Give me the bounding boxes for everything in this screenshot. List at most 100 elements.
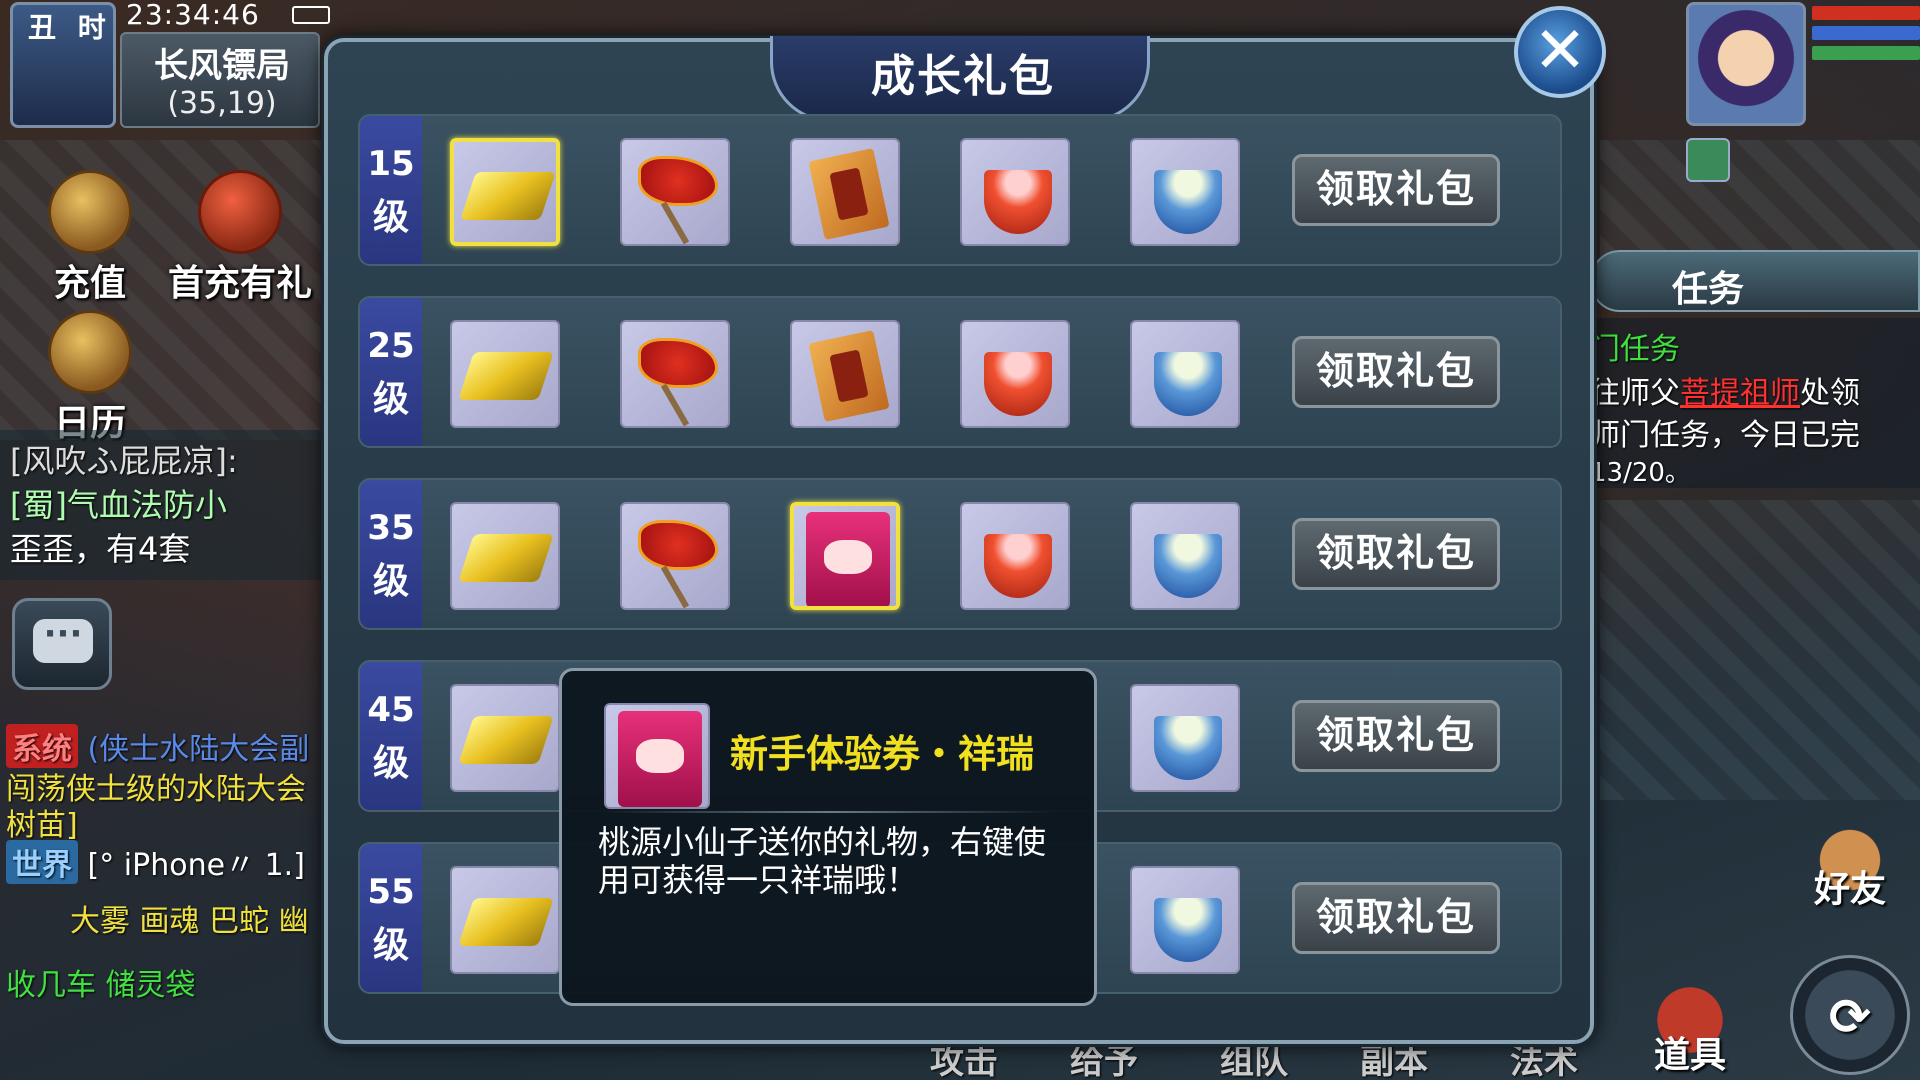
item-slot[interactable] <box>620 320 730 428</box>
red-bowl-icon <box>984 352 1052 416</box>
gift-bag-icon <box>198 170 282 254</box>
npc-link[interactable]: 菩提祖师 <box>1680 376 1800 411</box>
chat-panel[interactable]: [风吹ふ屁屁凉]: [蜀]气血法防小 歪歪，有4套 <box>0 430 330 580</box>
item-slot[interactable] <box>1130 138 1240 246</box>
gold-ingot-icon <box>458 352 554 400</box>
battery-icon <box>292 6 330 24</box>
player-avatar[interactable] <box>1686 2 1806 126</box>
pet-icon[interactable] <box>1686 138 1730 182</box>
claim-gift-button[interactable]: 领取礼包 <box>1292 518 1500 590</box>
recharge-button[interactable]: 充值 <box>30 170 150 306</box>
first-recharge-label: 首充有礼 <box>167 263 312 304</box>
auspicious-card-icon <box>618 711 702 807</box>
task-title: 任务 <box>1672 269 1745 310</box>
first-recharge-button[interactable]: 首充有礼 <box>160 170 320 306</box>
dialog-title: 成长礼包 <box>871 51 1055 102</box>
time-label: 23:34:46 <box>126 0 260 31</box>
item-slot[interactable] <box>450 138 560 246</box>
scroll-icon <box>808 330 890 422</box>
item-slot[interactable] <box>960 320 1070 428</box>
tooltip-description: 桃源小仙子送你的礼物，右键使用可获得一只祥瑞哦！ <box>598 823 1047 899</box>
items-button[interactable]: 道具 <box>1630 960 1750 1080</box>
task-tracker[interactable]: 门任务 往师父菩提祖师处领 师门任务，今日已完 13/20。 <box>1590 318 1920 488</box>
blue-bowl-icon <box>1154 352 1222 416</box>
game-screen: 丑 时 23:34:46 长风镖局 (35,19) 充值 首充有礼 日历 [风吹… <box>0 0 1920 1080</box>
level-number: 15 <box>367 144 415 184</box>
gold-ingot-icon <box>460 172 556 220</box>
level-unit: 级 <box>372 925 409 966</box>
red-bowl-icon <box>984 534 1052 598</box>
dialog-title-plate: 成长礼包 <box>770 36 1150 122</box>
scroll-icon <box>808 148 890 240</box>
claim-gift-button[interactable]: 领取礼包 <box>1292 882 1500 954</box>
banner-pole <box>660 383 690 426</box>
gold-ingot-icon <box>458 534 554 582</box>
claim-gift-button[interactable]: 领取礼包 <box>1292 700 1500 772</box>
close-button[interactable]: ✕ <box>1514 6 1606 98</box>
gong-icon <box>48 310 132 394</box>
shichen-label: 丑 时 <box>28 11 112 44</box>
item-slot[interactable] <box>620 502 730 610</box>
level-unit: 级 <box>372 379 409 420</box>
banner-pole <box>660 201 690 244</box>
red-banner-icon <box>638 156 718 206</box>
item-slot[interactable] <box>960 138 1070 246</box>
location-name: 长风镖局 <box>154 46 290 86</box>
status-panel: 丑 时 23:34:46 长风镖局 (35,19) <box>0 0 330 135</box>
level-tab: 35 级 <box>360 480 422 628</box>
friends-button[interactable]: 好友 <box>1790 800 1910 920</box>
bottom-chat-log[interactable]: 系统 (侠士水陆大会副 闯荡侠士级的水陆大会 树苗] 世界 [° iPhone〃… <box>0 720 330 1040</box>
item-tooltip: 新手体验券・祥瑞 桃源小仙子送你的礼物，右键使用可获得一只祥瑞哦！ <box>559 668 1097 1006</box>
system-tag: 系统 <box>6 724 78 768</box>
item-slot[interactable] <box>450 684 560 792</box>
level-tab: 25 级 <box>360 298 422 446</box>
level-tab: 55 级 <box>360 844 422 992</box>
hp-bar <box>1812 6 1920 20</box>
blue-bowl-icon <box>1154 716 1222 780</box>
item-slot[interactable] <box>1130 866 1240 974</box>
level-unit: 级 <box>372 561 409 602</box>
calendar-button[interactable]: 日历 <box>30 310 150 446</box>
item-slot[interactable] <box>1130 502 1240 610</box>
auspicious-card-icon <box>806 512 890 606</box>
blue-bowl-icon <box>1154 170 1222 234</box>
claim-gift-button[interactable]: 领取礼包 <box>1292 154 1500 226</box>
task-progress: 13/20。 <box>1590 458 1691 488</box>
gold-ingot-icon <box>458 898 554 946</box>
chat-line: 世界 [° iPhone〃 1.] <box>6 840 305 884</box>
item-slot[interactable] <box>450 866 560 974</box>
chat-line: 歪歪，有4套 <box>10 530 191 568</box>
item-slot[interactable] <box>450 502 560 610</box>
task-header[interactable]: 任务 <box>1590 250 1920 312</box>
item-slot[interactable] <box>1130 320 1240 428</box>
level-number: 35 <box>367 508 415 548</box>
item-slot-selected[interactable] <box>790 502 900 610</box>
background-floor <box>1600 140 1920 260</box>
item-slot[interactable] <box>1130 684 1240 792</box>
gold-ingot-icon <box>458 716 554 764</box>
level-tab: 15 级 <box>360 116 422 264</box>
blue-bowl-icon <box>1154 898 1222 962</box>
chat-text: [° iPhone〃 1.] <box>87 848 305 883</box>
level-unit: 级 <box>372 743 409 784</box>
treasure-chest-icon <box>48 170 132 254</box>
item-slot[interactable] <box>450 320 560 428</box>
claim-gift-button[interactable]: 领取礼包 <box>1292 336 1500 408</box>
level-number: 55 <box>367 872 415 912</box>
chat-line: [蜀]气血法防小 <box>10 486 227 524</box>
item-slot[interactable] <box>620 138 730 246</box>
chat-line: 收几车 储灵袋 <box>6 968 196 1003</box>
item-slot[interactable] <box>790 138 900 246</box>
chat-bubble-button[interactable]: ··· <box>12 598 112 690</box>
task-text: 往师父 <box>1590 376 1680 411</box>
gift-row-15: 15 级 领取礼包 <box>358 114 1562 266</box>
gift-row-35: 35 级 领取礼包 <box>358 478 1562 630</box>
refresh-button[interactable]: ⟳ <box>1790 955 1910 1075</box>
red-banner-icon <box>638 520 718 570</box>
item-slot[interactable] <box>960 502 1070 610</box>
location-box[interactable]: 长风镖局 (35,19) <box>120 32 320 128</box>
task-text: 处领 <box>1800 376 1860 411</box>
refresh-icon: ⟳ <box>1829 988 1871 1046</box>
item-slot[interactable] <box>790 320 900 428</box>
chat-line: 树苗] <box>6 808 78 843</box>
